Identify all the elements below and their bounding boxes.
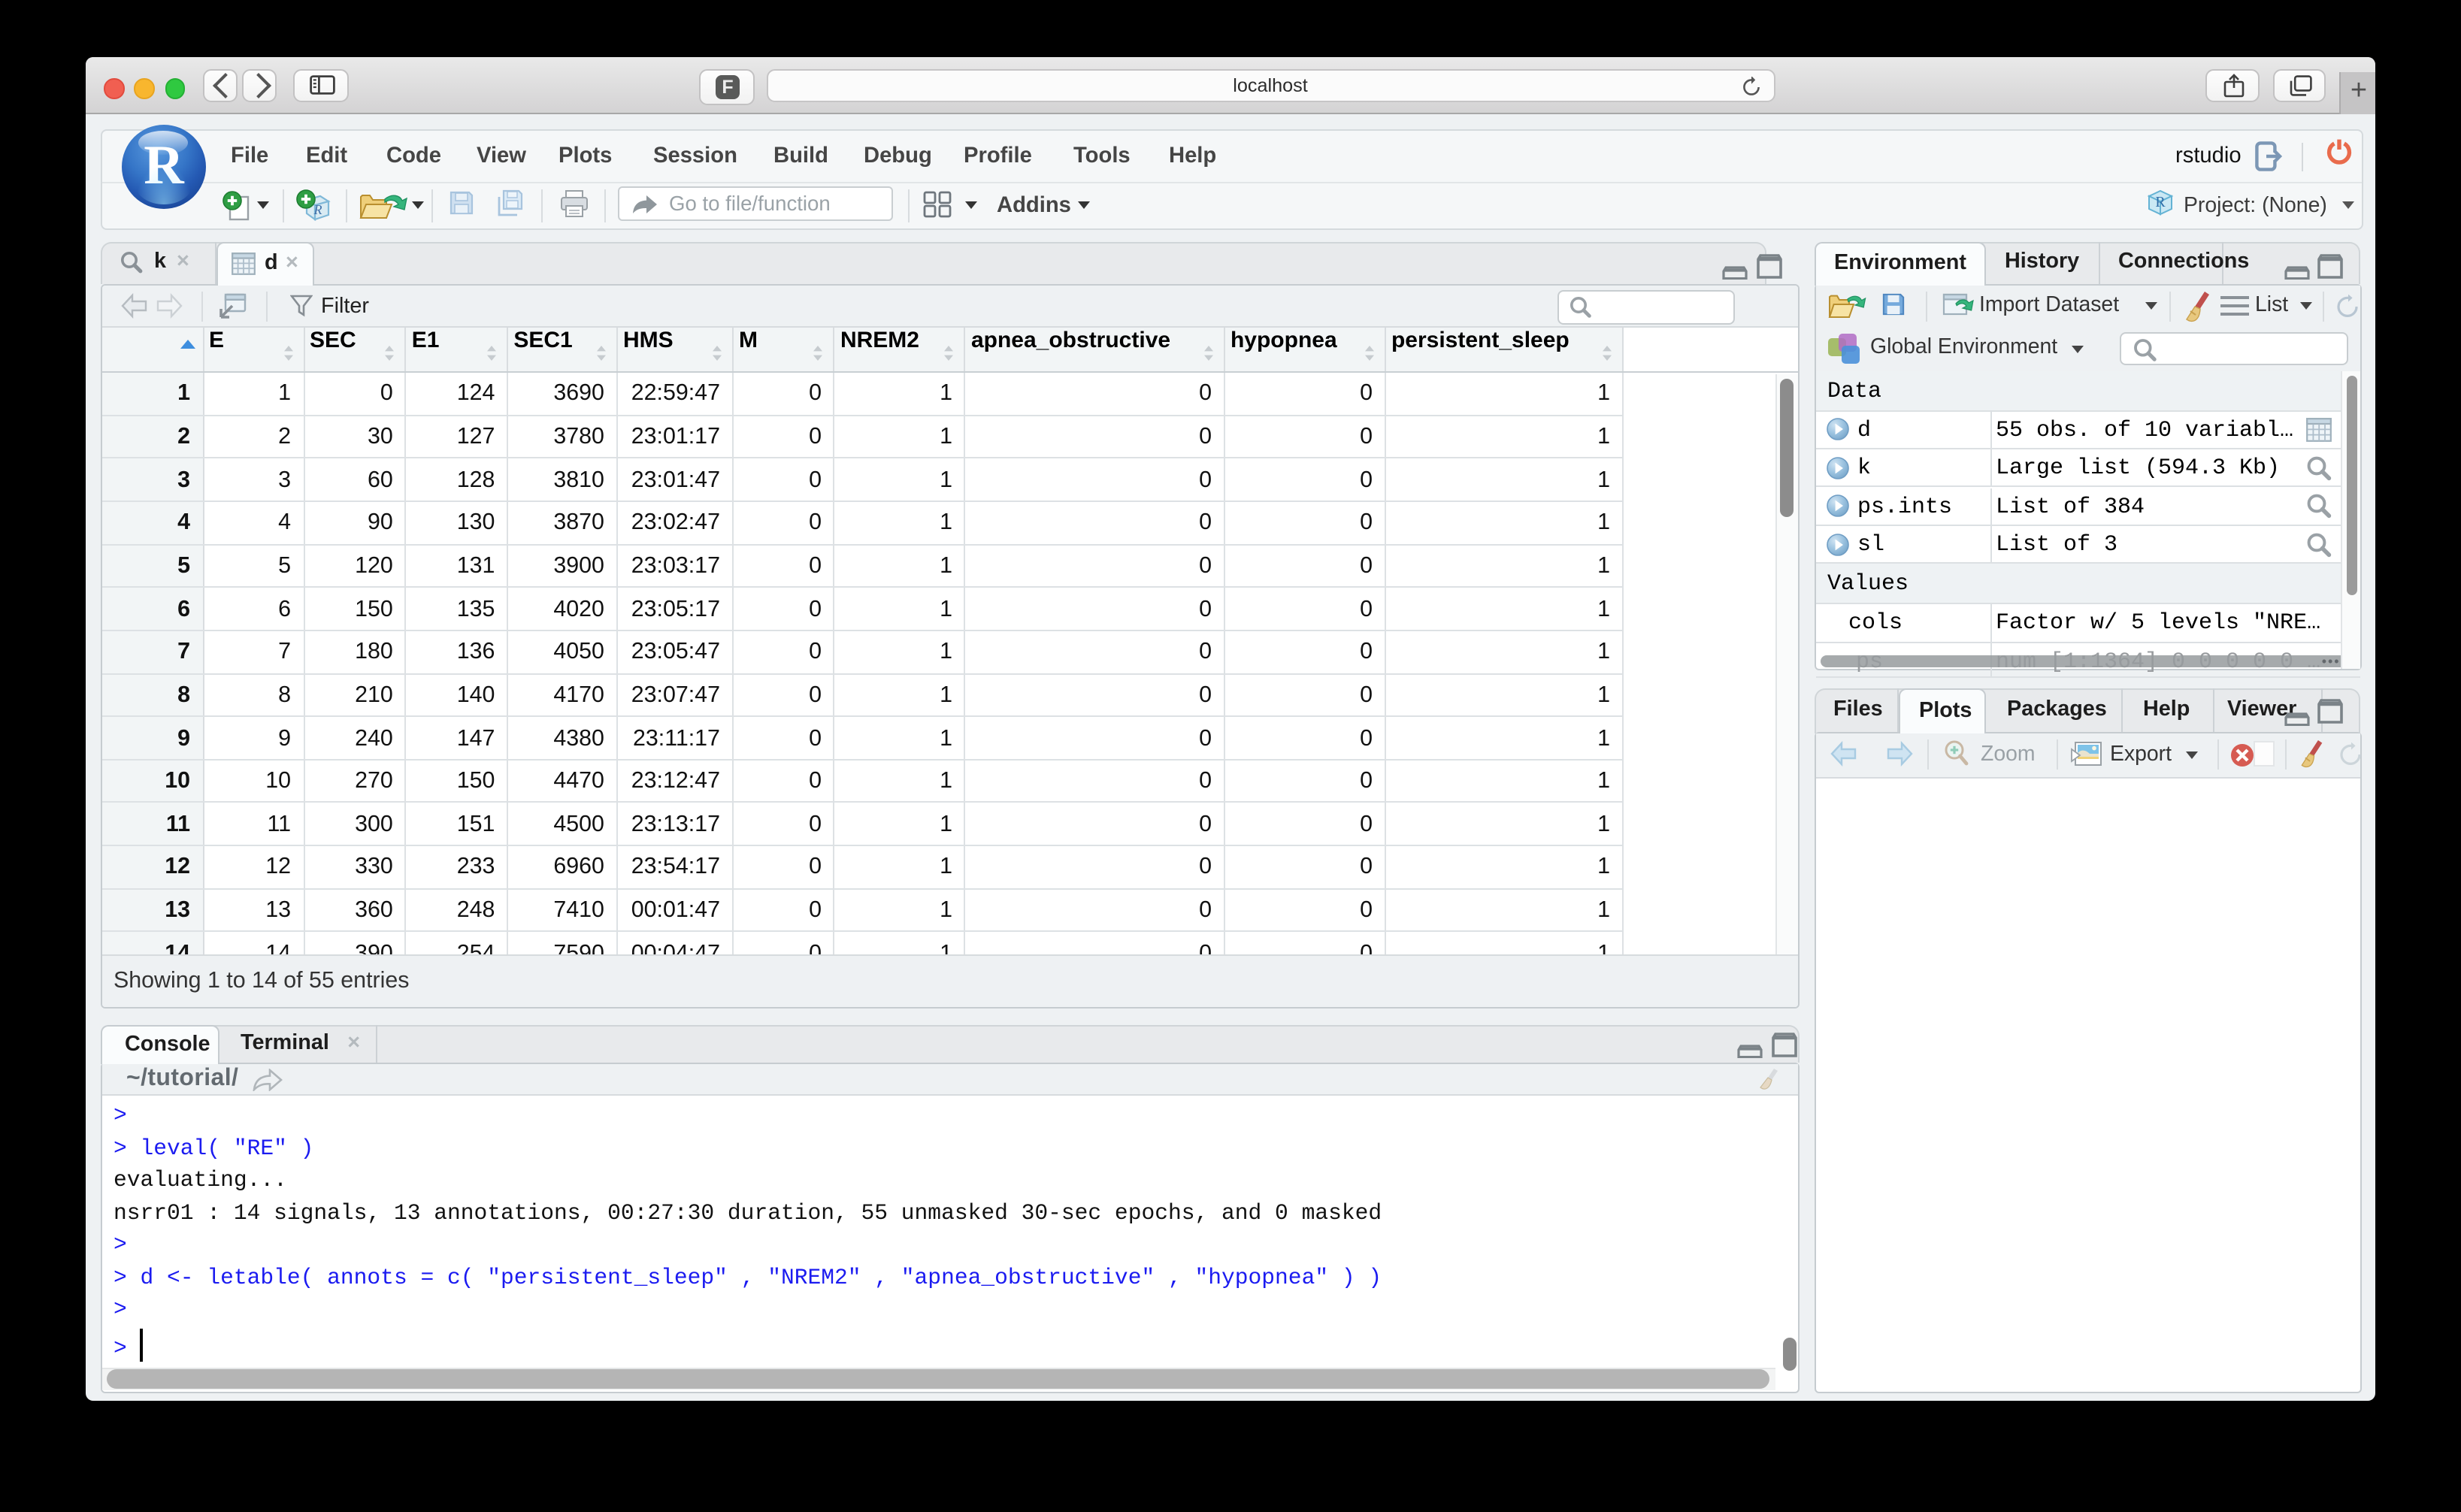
svg-text:R: R bbox=[2155, 195, 2166, 211]
svg-text:R: R bbox=[313, 202, 322, 217]
